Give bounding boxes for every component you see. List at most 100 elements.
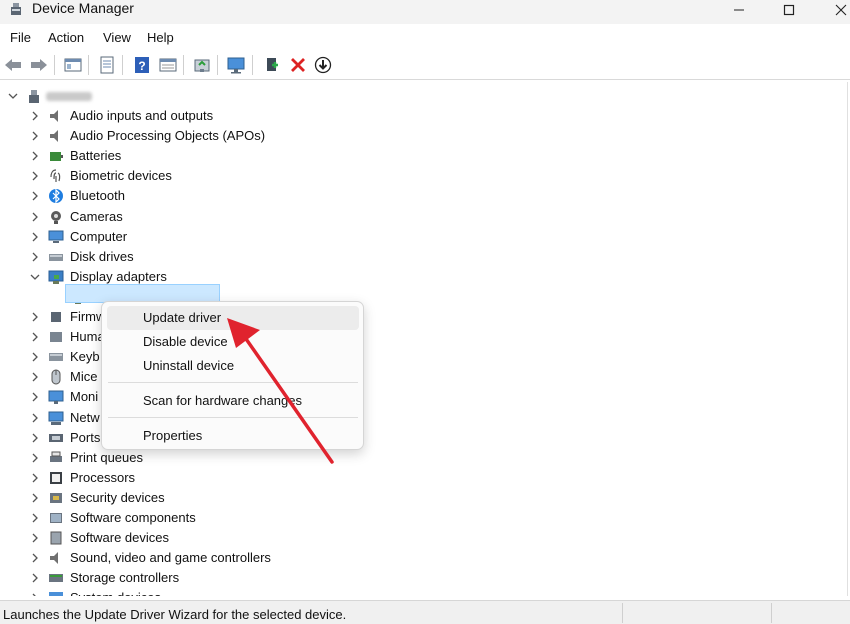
- tree-root-computer[interactable]: [0, 86, 800, 106]
- chevron-right-icon[interactable]: [28, 250, 42, 264]
- chevron-right-icon[interactable]: [28, 210, 42, 224]
- update-driver-toolbar-button[interactable]: [191, 54, 213, 76]
- context-menu: Update driver Disable device Uninstall d…: [101, 301, 364, 450]
- tree-item-audio-processing-objects-apos[interactable]: Audio Processing Objects (APOs): [0, 126, 800, 146]
- chevron-right-icon[interactable]: [28, 109, 42, 123]
- mouse-icon: [51, 369, 61, 385]
- menu-item-update-driver[interactable]: Update driver: [107, 306, 359, 330]
- menu-item-scan-hardware[interactable]: Scan for hardware changes: [107, 389, 359, 413]
- tree-item-software-components[interactable]: Software components: [0, 508, 800, 528]
- disk-icon: [49, 253, 63, 261]
- chevron-right-icon[interactable]: [28, 551, 42, 565]
- toolbar-separator: [54, 55, 55, 75]
- tree-item-security-devices[interactable]: Security devices: [0, 488, 800, 508]
- speaker-icon: [50, 110, 58, 122]
- uninstall-device-label: Uninstall device: [143, 358, 235, 373]
- chevron-down-icon[interactable]: [6, 89, 20, 103]
- update-driver-label: Update driver: [143, 310, 222, 325]
- back-button[interactable]: [2, 54, 24, 76]
- chevron-right-icon[interactable]: [28, 451, 42, 465]
- tree-item-processors[interactable]: Processors: [0, 468, 800, 488]
- toolbar-separator: [252, 55, 253, 75]
- tree-item-batteries[interactable]: Batteries: [0, 146, 800, 166]
- uninstall-device-button[interactable]: [287, 54, 309, 76]
- tree-item-cameras[interactable]: Cameras: [0, 207, 800, 227]
- help-button[interactable]: ?: [131, 54, 153, 76]
- tree-item-label: Sound, video and game controllers: [70, 550, 271, 566]
- speaker-icon: [50, 552, 58, 565]
- computer-icon: [48, 230, 64, 243]
- console-tree-icon: [64, 58, 82, 72]
- tree-item-computer[interactable]: Computer: [0, 227, 800, 247]
- hid-icon: [50, 332, 62, 343]
- scan-hardware-button[interactable]: [226, 54, 248, 76]
- camera-icon: [51, 210, 61, 224]
- chevron-right-icon[interactable]: [28, 431, 42, 445]
- chevron-down-icon[interactable]: [28, 270, 42, 284]
- chevron-right-icon[interactable]: [28, 411, 42, 425]
- menu-file[interactable]: File: [10, 30, 31, 45]
- chevron-right-icon[interactable]: [28, 330, 42, 344]
- tree-item-disk-drives[interactable]: Disk drives: [0, 247, 800, 267]
- tree-item-label: Mice: [70, 369, 98, 385]
- close-button[interactable]: [818, 0, 850, 20]
- title-bar: Device Manager: [0, 0, 850, 24]
- status-divider: [622, 603, 623, 623]
- chevron-right-icon[interactable]: [28, 370, 42, 384]
- show-hide-console-tree-button[interactable]: [62, 54, 84, 76]
- menu-item-disable-device[interactable]: Disable device: [107, 330, 359, 354]
- chevron-right-icon[interactable]: [28, 310, 42, 324]
- chevron-right-icon[interactable]: [28, 189, 42, 203]
- tree-item-audio-inputs-and-outputs[interactable]: Audio inputs and outputs: [0, 106, 800, 126]
- tree-item-label: Software components: [70, 510, 196, 525]
- chevron-right-icon[interactable]: [28, 390, 42, 404]
- tree-item-label: Netw: [70, 409, 100, 425]
- toolbar: ?: [0, 50, 850, 80]
- minimize-button[interactable]: [716, 0, 762, 20]
- menu-item-uninstall-device[interactable]: Uninstall device: [107, 354, 359, 378]
- view-details-button[interactable]: [157, 54, 179, 76]
- chevron-right-icon[interactable]: [28, 149, 42, 163]
- forward-button[interactable]: [28, 54, 50, 76]
- tree-item-label: Print queues: [70, 449, 143, 465]
- tree-item-biometric-devices[interactable]: Biometric devices: [0, 166, 800, 186]
- tree-item-sound-video-and-game-controllers[interactable]: Sound, video and game controllers: [0, 548, 800, 568]
- tree-item-print-queues[interactable]: Print queues: [0, 448, 800, 468]
- computer-icon: [29, 90, 39, 103]
- tree-item-bluetooth[interactable]: Bluetooth: [0, 186, 800, 206]
- chevron-right-icon[interactable]: [28, 230, 42, 244]
- chevron-right-icon[interactable]: [28, 129, 42, 143]
- tree-item-label: Batteries: [70, 148, 122, 164]
- menu-view[interactable]: View: [103, 30, 131, 45]
- tree-item-label: Ports: [70, 429, 101, 445]
- keyboard-icon: [49, 353, 63, 362]
- tree-item-label: Bluetooth: [70, 188, 125, 204]
- chevron-right-icon[interactable]: [28, 571, 42, 585]
- chevron-right-icon[interactable]: [28, 591, 42, 596]
- toolbar-separator: [217, 55, 218, 75]
- printer-icon: [50, 451, 62, 462]
- security-icon: [50, 492, 62, 503]
- tree-item-label: Moni: [70, 389, 99, 405]
- chevron-right-icon[interactable]: [28, 169, 42, 183]
- chevron-right-icon[interactable]: [28, 511, 42, 525]
- chevron-right-icon[interactable]: [28, 350, 42, 364]
- tree-item-label: Processors: [70, 469, 136, 485]
- disable-device-button[interactable]: [312, 54, 334, 76]
- chevron-right-icon[interactable]: [28, 491, 42, 505]
- tree-item-label: Disk drives: [70, 248, 134, 264]
- maximize-button[interactable]: [766, 0, 812, 20]
- tree-item-storage-controllers[interactable]: Storage controllers: [0, 568, 800, 588]
- chevron-right-icon[interactable]: [28, 471, 42, 485]
- tree-item-label: Keyb: [70, 349, 100, 365]
- properties-button[interactable]: [96, 54, 118, 76]
- menu-action[interactable]: Action: [48, 30, 84, 45]
- chevron-right-icon[interactable]: [28, 531, 42, 545]
- add-driver-button[interactable]: [261, 54, 283, 76]
- tree-item-label: Huma: [70, 329, 105, 345]
- forward-arrow-icon: [31, 59, 47, 71]
- tree-item-software-devices[interactable]: Software devices: [0, 528, 800, 548]
- menu-help[interactable]: Help: [147, 30, 174, 45]
- tree-item-system-devices[interactable]: System devices: [0, 588, 800, 596]
- menu-item-properties[interactable]: Properties: [107, 424, 359, 448]
